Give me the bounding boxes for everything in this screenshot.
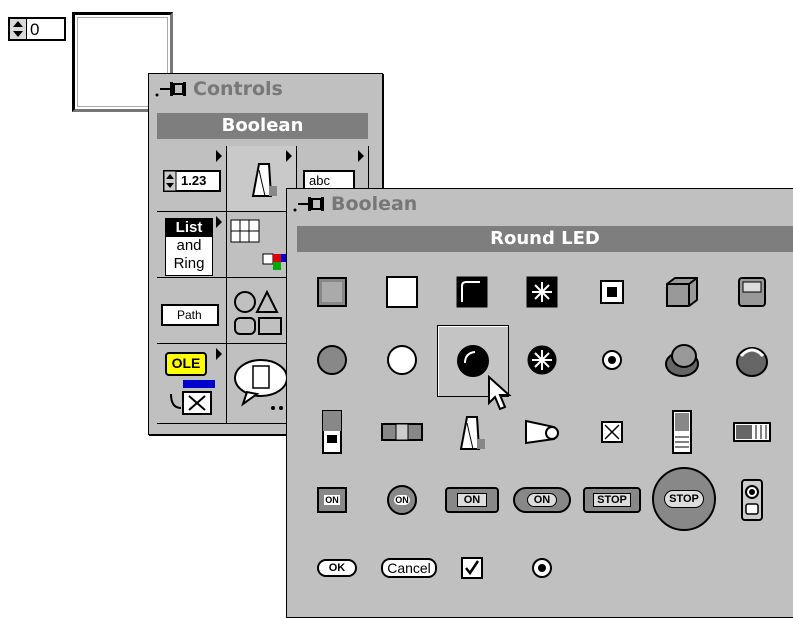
horizontal-rocker-icon: [733, 422, 771, 442]
round-light-off-button[interactable]: [367, 325, 437, 395]
round-bevel-icon: [736, 347, 768, 377]
flat-square-button[interactable]: [367, 257, 437, 327]
small-round-button[interactable]: [577, 325, 647, 395]
horizontal-slide-icon: [381, 423, 423, 441]
oval-on-button[interactable]: ON: [507, 465, 577, 535]
rect-stop-button[interactable]: STOP: [577, 465, 647, 535]
horizontal-slide-button[interactable]: [367, 397, 437, 467]
round-glow-icon: [527, 345, 557, 375]
round-on-icon: ON: [387, 485, 417, 515]
square-light-icon: [456, 276, 488, 308]
submenu-arrow-icon: [216, 216, 222, 228]
vertical-switch-button[interactable]: [437, 397, 507, 467]
small-square-icon: [600, 280, 624, 304]
square-on-icon: ON: [317, 487, 347, 513]
submenu-arrow-icon: [216, 150, 222, 162]
square-bevel-button[interactable]: [717, 257, 787, 327]
numeric-palette-button[interactable]: 1.23: [157, 146, 227, 212]
square-light-button[interactable]: [437, 257, 507, 327]
boolean-palette-title-bar[interactable]: Boolean: [287, 189, 793, 219]
checkbox-button[interactable]: [437, 533, 507, 603]
numeric-value: 0: [30, 20, 40, 39]
round-3d-icon: [665, 344, 699, 377]
horizontal-switch-button[interactable]: [507, 397, 577, 467]
ole-label: OLE: [165, 352, 207, 376]
vertical-rocker-icon: [672, 410, 692, 454]
round-led-gray-button[interactable]: [297, 325, 367, 395]
rect-on-icon: ON: [445, 487, 499, 513]
checkmark-icon: [461, 557, 483, 579]
round-on-button[interactable]: ON: [367, 465, 437, 535]
round-glow-button[interactable]: [507, 325, 577, 395]
square-led-icon: [317, 277, 347, 307]
submenu-arrow-icon: [286, 150, 292, 162]
controls-palette-subtitle: Boolean: [157, 113, 368, 139]
round-bevel-button[interactable]: [717, 325, 787, 395]
rect-on-button[interactable]: ON: [437, 465, 507, 535]
select-control-icon: [234, 359, 291, 410]
pushpin-icon[interactable]: [155, 79, 191, 99]
numeric-icon-label: 1.23: [181, 173, 207, 188]
horizontal-switch-icon: [525, 419, 559, 445]
checkbox-x-button[interactable]: [577, 397, 647, 467]
boolean-palette-subtitle: Round LED: [297, 226, 793, 252]
submenu-arrow-icon: [358, 150, 364, 162]
vertical-toggle-button[interactable]: [297, 397, 367, 467]
decorations-icon: [234, 289, 282, 335]
ok-button[interactable]: OK: [297, 533, 377, 603]
vertical-switch-icon: [459, 416, 485, 450]
checkbox-x-icon: [601, 421, 623, 443]
path-palette-button[interactable]: Path: [157, 278, 227, 344]
small-round-icon: [602, 350, 622, 370]
push-switch-icon: [741, 479, 763, 521]
square-bevel-icon: [738, 277, 766, 307]
round-stop-icon: STOP: [652, 467, 716, 531]
increment-decrement-icon[interactable]: [10, 19, 27, 39]
list-ring-icon: List and Ring: [165, 218, 213, 276]
push-switch-button[interactable]: [717, 465, 787, 535]
rect-stop-icon: STOP: [583, 487, 641, 513]
numeric-control[interactable]: 0: [8, 17, 66, 41]
boolean-palette-title: Boolean: [331, 193, 418, 215]
small-square-button[interactable]: [577, 257, 647, 327]
cancel-button-icon: Cancel: [381, 558, 437, 578]
boolean-switch-icon: [251, 163, 277, 197]
round-light-off-icon: [387, 345, 417, 375]
radio-icon: [532, 558, 552, 578]
oval-on-icon: ON: [513, 487, 571, 513]
square-3d-button[interactable]: [647, 257, 717, 327]
activex-icon: [170, 380, 215, 415]
round-led-icon: [457, 345, 489, 377]
vertical-toggle-icon: [322, 410, 342, 454]
controls-palette-title: Controls: [193, 78, 283, 100]
square-on-button[interactable]: ON: [297, 465, 367, 535]
horizontal-rocker-button[interactable]: [717, 397, 787, 467]
round-stop-button[interactable]: STOP: [649, 457, 719, 541]
square-glow-icon: [526, 276, 558, 308]
pushpin-icon[interactable]: [293, 194, 329, 214]
flat-square-icon: [386, 276, 418, 308]
round-3d-button[interactable]: [647, 325, 717, 395]
boolean-palette: Boolean Round LED ON ON ON ON STOP STOP …: [286, 188, 793, 618]
square-led-button[interactable]: [297, 257, 367, 327]
round-led-gray-icon: [317, 345, 347, 375]
square-3d-icon: [666, 277, 698, 307]
path-icon: Path: [161, 304, 219, 326]
radio-button[interactable]: [507, 533, 577, 603]
submenu-arrow-icon: [216, 348, 222, 360]
ok-button-icon: OK: [316, 559, 358, 577]
controls-palette-title-bar[interactable]: Controls: [149, 74, 382, 104]
square-glow-button[interactable]: [507, 257, 577, 327]
list-ring-palette-button[interactable]: List and Ring: [157, 212, 227, 278]
activex-palette-button[interactable]: OLE: [157, 344, 227, 424]
